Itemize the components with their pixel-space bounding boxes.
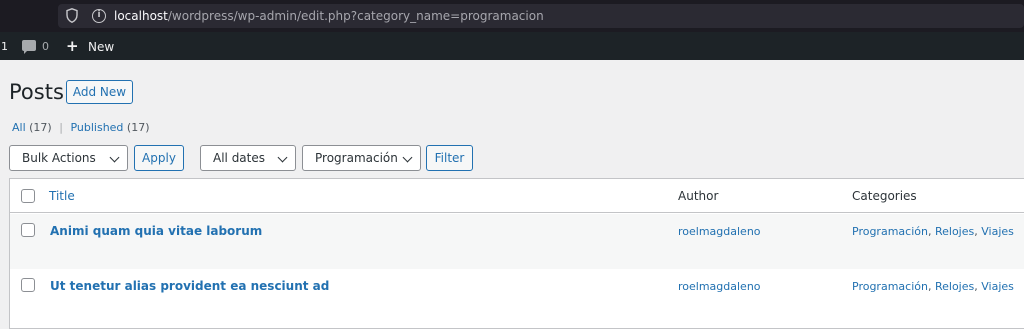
view-all-link[interactable]: All (12, 121, 26, 134)
category-value: Programación (315, 151, 398, 165)
posts-table: Title Author Categories Animi quam quia … (9, 178, 1024, 329)
view-published-count: (17) (126, 121, 150, 134)
table-row: Animi quam quia vitae laborum roelmagdal… (10, 214, 1024, 269)
post-categories: Programación, Relojes, Viajes (852, 225, 1014, 238)
column-categories-header: Categories (852, 189, 917, 203)
category-select[interactable]: Programación (302, 145, 421, 171)
select-all-checkbox[interactable] (21, 189, 35, 203)
post-categories: Programación, Relojes, Viajes (852, 280, 1014, 293)
chevron-down-icon (277, 152, 288, 163)
chevron-down-icon (402, 152, 413, 163)
category-link[interactable]: Relojes (935, 280, 974, 293)
category-link[interactable]: Programación (852, 225, 928, 238)
category-link[interactable]: Relojes (935, 225, 974, 238)
category-link[interactable]: Viajes (981, 280, 1014, 293)
chevron-down-icon (109, 152, 120, 163)
column-title-header[interactable]: Title (49, 189, 75, 203)
filter-button[interactable]: Filter (426, 145, 473, 171)
comments-menu[interactable]: 0 (22, 39, 52, 55)
table-row: Ut tenetur alias provident ea nesciunt a… (10, 269, 1024, 324)
category-link[interactable]: Viajes (981, 225, 1014, 238)
row-checkbox[interactable] (21, 278, 35, 292)
comments-count: 0 (42, 40, 49, 53)
info-icon[interactable]: i (92, 9, 106, 23)
add-new-button[interactable]: Add New (66, 80, 133, 104)
dates-value: All dates (213, 151, 266, 165)
post-author-link[interactable]: roelmagdaleno (678, 280, 761, 293)
row-checkbox[interactable] (21, 223, 35, 237)
bulk-actions-value: Bulk Actions (22, 151, 96, 165)
comment-bubble-icon (22, 40, 36, 54)
new-label: New (88, 40, 115, 54)
dates-select[interactable]: All dates (200, 145, 296, 171)
post-title-link[interactable]: Ut tenetur alias provident ea nesciunt a… (50, 279, 329, 293)
url-path: /wordpress/wp-admin/edit.php?category_na… (167, 9, 544, 23)
category-link[interactable]: Programación (852, 280, 928, 293)
plus-icon: + (66, 37, 79, 55)
post-title-link[interactable]: Animi quam quia vitae laborum (50, 224, 262, 238)
view-separator: | (59, 121, 63, 134)
bulk-actions-select[interactable]: Bulk Actions (9, 145, 128, 171)
table-header: Title Author Categories (10, 179, 1024, 213)
page-title: Posts (9, 80, 64, 104)
view-published-link[interactable]: Published (70, 121, 123, 134)
post-author-link[interactable]: roelmagdaleno (678, 225, 761, 238)
column-author-header: Author (678, 189, 719, 203)
post-status-views: All (17) | Published (17) (12, 121, 150, 135)
view-all-count: (17) (29, 121, 52, 134)
url-host: localhost (114, 9, 168, 23)
shield-icon[interactable] (66, 8, 78, 23)
url-text[interactable]: localhost/wordpress/wp-admin/edit.php?ca… (114, 9, 544, 23)
admin-bar: 1 0 + New (0, 32, 1024, 60)
browser-toolbar: i localhost/wordpress/wp-admin/edit.php?… (0, 0, 1024, 32)
admin-bar-count[interactable]: 1 (1, 40, 8, 53)
apply-button[interactable]: Apply (134, 145, 184, 171)
